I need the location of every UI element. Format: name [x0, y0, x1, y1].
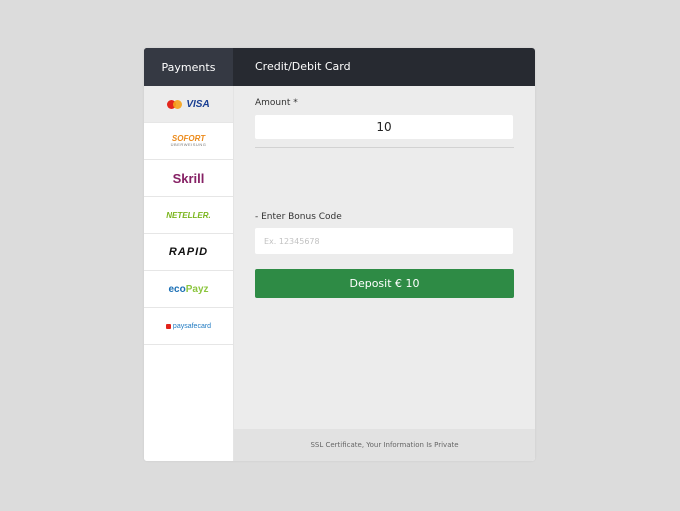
amount-label: Amount * — [255, 98, 298, 108]
visa-logo-text: VISA — [186, 98, 210, 110]
deposit-button[interactable]: Deposit € 10 — [255, 269, 514, 298]
method-ecopayz[interactable]: ecoPayz — [144, 271, 233, 308]
payment-modal: Payments Credit/Debit Card VISA SOFORT Ü… — [144, 48, 535, 461]
divider — [255, 147, 514, 148]
rapid-logo: RAPID — [168, 246, 209, 258]
method-sofort[interactable]: SOFORT ÜBERWEISUNG — [144, 123, 233, 160]
payment-methods-sidebar: VISA SOFORT ÜBERWEISUNG Skrill NETELLER.… — [144, 86, 234, 461]
mastercard-visa-logo: VISA — [167, 98, 210, 110]
deposit-form: Amount * - Enter Bonus Code Deposit € 10 — [234, 86, 535, 429]
ssl-footer: SSL Certificate, Your Information Is Pri… — [234, 429, 535, 461]
method-credit-debit-card[interactable]: VISA — [144, 86, 233, 123]
method-neteller[interactable]: NETELLER. — [144, 197, 233, 234]
bonus-code-input[interactable] — [255, 228, 513, 254]
bonus-code-label: - Enter Bonus Code — [255, 212, 342, 222]
amount-input[interactable] — [255, 115, 513, 139]
ecopayz-logo: ecoPayz — [168, 283, 209, 295]
tab-payments[interactable]: Payments — [144, 48, 233, 86]
sofort-logo-subtext: ÜBERWEISUNG — [170, 142, 207, 147]
modal-header: Payments Credit/Debit Card — [144, 48, 535, 86]
method-rapid[interactable]: RAPID — [144, 234, 233, 271]
method-title: Credit/Debit Card — [255, 60, 351, 73]
sofort-logo: SOFORT ÜBERWEISUNG — [171, 135, 207, 147]
method-paysafecard[interactable]: paysafecard — [144, 308, 233, 345]
skrill-logo: Skrill — [172, 170, 205, 186]
neteller-logo: NETELLER. — [166, 210, 211, 220]
mastercard-icon — [167, 99, 183, 109]
paysafecard-logo-text: paysafecard — [172, 322, 212, 330]
paysafecard-logo: paysafecard — [165, 322, 212, 330]
method-skrill[interactable]: Skrill — [144, 160, 233, 197]
lock-icon — [165, 323, 171, 329]
